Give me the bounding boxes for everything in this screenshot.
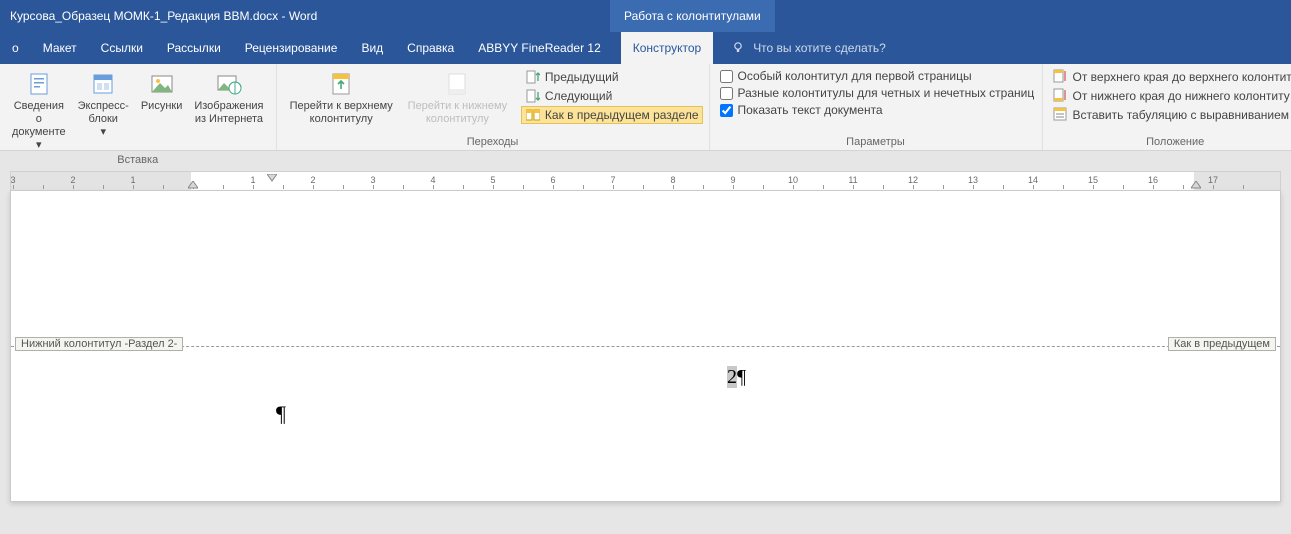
- document-title: Курсова_Образец МОМК-1_Редакция ВВМ.docx…: [10, 9, 317, 23]
- alignment-tab-icon: [1053, 107, 1069, 123]
- insert-alignment-tab-button[interactable]: Вставить табуляцию с выравниванием: [1049, 106, 1291, 124]
- horizontal-ruler[interactable]: 3211234567891011121314151617: [10, 171, 1281, 191]
- lightbulb-icon: [731, 41, 745, 55]
- tab-header-footer-design[interactable]: Конструктор: [621, 32, 713, 64]
- previous-icon: [525, 69, 541, 85]
- tab-mailings[interactable]: Рассылки: [155, 32, 233, 64]
- ribbon: Сведения о документе ▾ Экспресс-блоки ▾ …: [0, 64, 1291, 151]
- hanging-indent-marker[interactable]: [188, 181, 198, 189]
- pictures-button[interactable]: Рисунки: [135, 68, 189, 115]
- different-odd-even-label: Разные колонтитулы для четных и нечетных…: [738, 86, 1035, 100]
- tab-review[interactable]: Рецензирование: [233, 32, 350, 64]
- different-first-page-label: Особый колонтитул для первой страницы: [738, 69, 972, 83]
- tab-abbyy[interactable]: ABBYY FineReader 12: [466, 32, 613, 64]
- alignment-tab-label: Вставить табуляцию с выравниванием: [1073, 108, 1290, 122]
- document-area: 3211234567891011121314151617 Нижний коло…: [0, 151, 1291, 502]
- doc-info-label: Сведения о документе: [12, 100, 66, 139]
- contextual-tab-header: Работа с колонтитулами: [610, 0, 775, 32]
- goto-footer-button: Перейти к нижнему колонтитулу: [400, 68, 515, 128]
- online-pictures-icon: [213, 70, 245, 98]
- online-pictures-button[interactable]: Изображения из Интернета: [188, 68, 269, 128]
- group-options: Особый колонтитул для первой страницы Ра…: [710, 64, 1043, 150]
- group-position: От верхнего края до верхнего колонтиту О…: [1043, 64, 1291, 150]
- same-as-previous-tag: Как в предыдущем: [1168, 337, 1276, 351]
- from-bottom-icon: [1053, 88, 1069, 104]
- document-info-icon: [23, 70, 55, 98]
- previous-button[interactable]: Предыдущий: [521, 68, 703, 86]
- pictures-label: Рисунки: [141, 100, 183, 113]
- tab-view[interactable]: Вид: [349, 32, 395, 64]
- different-odd-even-checkbox[interactable]: Разные колонтитулы для четных и нечетных…: [716, 85, 1039, 101]
- doc-info-button[interactable]: Сведения о документе ▾: [6, 68, 72, 154]
- tell-me-placeholder: Что вы хотите сделать?: [753, 41, 886, 55]
- online-pictures-label: Изображения из Интернета: [194, 100, 263, 126]
- goto-footer-label: Перейти к нижнему колонтитулу: [406, 100, 509, 126]
- footer-section-tag: Нижний колонтитул -Раздел 2-: [15, 337, 183, 351]
- quick-parts-label: Экспресс-блоки: [78, 100, 129, 126]
- show-document-text-checkbox[interactable]: Показать текст документа: [716, 102, 1039, 118]
- previous-label: Предыдущий: [545, 70, 619, 84]
- show-document-text-label: Показать текст документа: [738, 103, 883, 117]
- group-insert: Сведения о документе ▾ Экспресс-блоки ▾ …: [0, 64, 277, 150]
- next-button[interactable]: Следующий: [521, 87, 703, 105]
- goto-header-label: Перейти к верхнему колонтитулу: [289, 100, 394, 126]
- goto-footer-icon: [441, 70, 473, 98]
- right-indent-marker[interactable]: [1191, 181, 1201, 189]
- from-bottom-label: От нижнего края до нижнего колонтиту: [1073, 89, 1290, 103]
- tell-me-search[interactable]: Что вы хотите сделать?: [731, 41, 886, 55]
- group-position-label: Положение: [1049, 136, 1291, 150]
- document-page[interactable]: Нижний колонтитул -Раздел 2- Как в преды…: [10, 191, 1281, 502]
- paragraph-mark: ¶: [276, 401, 286, 427]
- different-first-page-checkbox[interactable]: Особый колонтитул для первой страницы: [716, 68, 1039, 84]
- group-navigation-label: Переходы: [283, 136, 703, 150]
- tab-file[interactable]: о: [0, 32, 31, 64]
- goto-header-icon: [325, 70, 357, 98]
- footer-boundary-line: [11, 346, 1280, 347]
- pilcrow-mark: ¶: [737, 366, 746, 388]
- tab-references[interactable]: Ссылки: [89, 32, 155, 64]
- link-to-previous-button[interactable]: Как в предыдущем разделе: [521, 106, 703, 124]
- page-number-value: 2: [727, 366, 737, 388]
- header-from-top-field[interactable]: От верхнего края до верхнего колонтиту: [1049, 68, 1291, 86]
- first-line-indent-marker[interactable]: [267, 174, 277, 182]
- link-previous-label: Как в предыдущем разделе: [545, 108, 699, 122]
- from-top-icon: [1053, 69, 1069, 85]
- tab-layout[interactable]: Макет: [31, 32, 89, 64]
- tab-help[interactable]: Справка: [395, 32, 466, 64]
- group-insert-label: Вставка: [6, 154, 270, 168]
- group-options-label: Параметры: [716, 136, 1036, 150]
- footer-from-bottom-field[interactable]: От нижнего края до нижнего колонтиту: [1049, 87, 1291, 105]
- page-number-field[interactable]: 2¶: [727, 366, 746, 389]
- quick-parts-icon: [87, 70, 119, 98]
- link-previous-icon: [525, 107, 541, 123]
- from-top-label: От верхнего края до верхнего колонтиту: [1073, 70, 1291, 84]
- title-bar: Курсова_Образец МОМК-1_Редакция ВВМ.docx…: [0, 0, 1291, 32]
- ribbon-tabs: о Макет Ссылки Рассылки Рецензирование В…: [0, 32, 1291, 64]
- next-icon: [525, 88, 541, 104]
- goto-header-button[interactable]: Перейти к верхнему колонтитулу: [283, 68, 400, 128]
- quick-parts-button[interactable]: Экспресс-блоки ▾: [72, 68, 135, 141]
- next-label: Следующий: [545, 89, 612, 103]
- pictures-icon: [146, 70, 178, 98]
- group-navigation: Перейти к верхнему колонтитулу Перейти к…: [277, 64, 710, 150]
